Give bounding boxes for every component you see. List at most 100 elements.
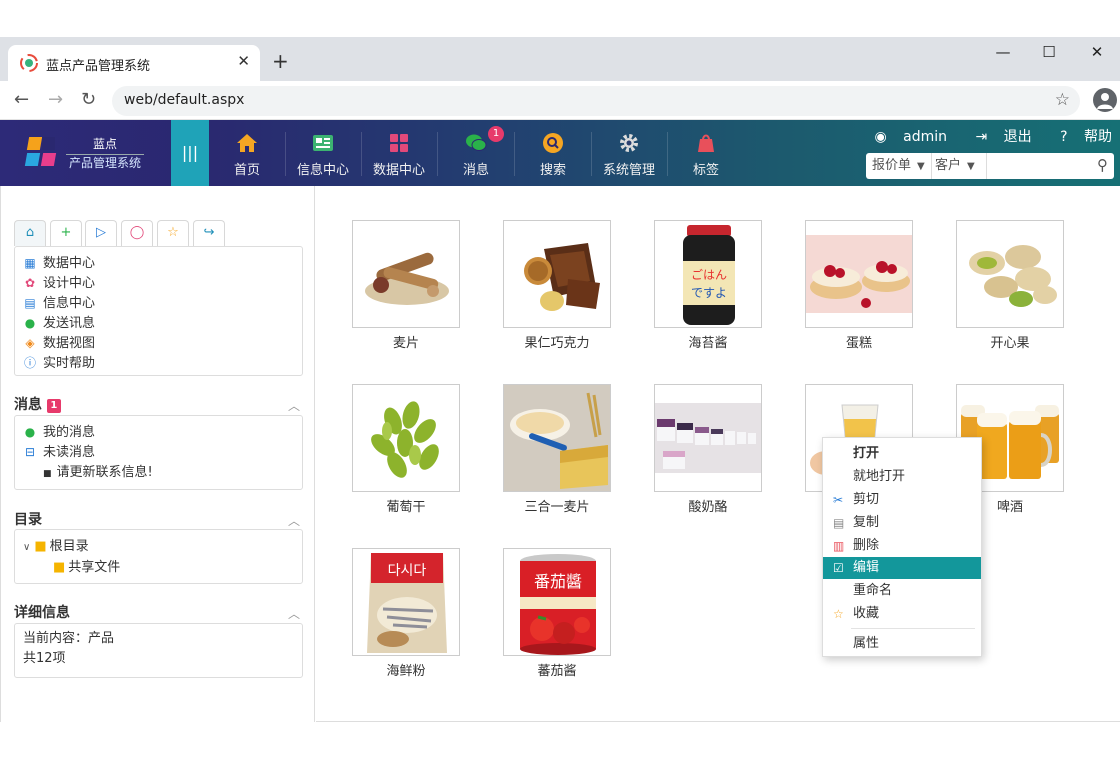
directory-panel: ∨ ■ 根目录 ■ 共享文件 <box>14 529 303 584</box>
scope-select[interactable]: 客户 ▼ <box>929 153 987 179</box>
search-icon <box>543 133 563 153</box>
browser-toolbar: ← → ↻ web/default.aspx ☆ <box>0 81 1120 120</box>
quick-menu-item[interactable]: ✿ 设计中心 <box>23 273 95 293</box>
sidebar: ⌂ + ▷ ◯ ☆ ↪ ▦ 数据中心 ✿ 设计中心 ▤ 信息中心 ● 发送讯息 ◈ 数据视… <box>0 186 315 722</box>
quick-menu-item[interactable]: ▤ 信息中心 <box>23 293 95 313</box>
product-grid: 麦片 果仁巧克力 ごはん ですよ 海苔酱 蛋糕 开心果 葡萄干 三合一麦片 酸奶… <box>316 186 1120 722</box>
header-search-input[interactable] <box>987 153 1087 179</box>
browser-tab[interactable]: 蓝点产品管理系统 ✕ <box>8 45 260 81</box>
new-tab-icon[interactable]: + <box>272 49 289 73</box>
forward-icon[interactable]: → <box>48 89 63 110</box>
search-icon[interactable]: ⚲ <box>1097 156 1108 174</box>
product-tile[interactable]: ごはん ですよ 海苔酱 <box>654 220 762 351</box>
scope-select-value: 客户 <box>935 158 962 173</box>
type-select[interactable]: 报价单 ▼ <box>866 153 932 179</box>
messages-section-title: 消息 1 <box>14 394 61 414</box>
product-tile[interactable]: 番茄醬 蕃茄酱 <box>503 548 611 679</box>
home-tab-icon[interactable]: ⌂ <box>14 220 46 246</box>
folder-icon: ■ <box>53 560 66 575</box>
logout-link[interactable]: ⇥ 退出 <box>963 129 1031 145</box>
nav-messages[interactable]: 消息 1 <box>438 120 514 186</box>
context-delete[interactable]: ▥ 删除 <box>823 535 981 557</box>
quick-menu-label: 设计中心 <box>43 276 96 291</box>
tree-node-label: 共享文件 <box>68 560 121 575</box>
chat-icon: ● <box>24 316 36 330</box>
back-icon[interactable]: ← <box>14 89 29 110</box>
nav-system-admin[interactable]: 系统管理 <box>591 120 667 186</box>
nav-search[interactable]: 搜索 <box>515 120 591 186</box>
product-name: 开心果 <box>990 336 1030 351</box>
quick-menu-label: 发送讯息 <box>43 316 96 331</box>
nav-tags[interactable]: 标签 <box>668 120 744 186</box>
tree-node-label: 根目录 <box>49 539 89 554</box>
product-image <box>956 220 1064 328</box>
nav-home[interactable]: 首页 <box>209 120 285 186</box>
context-copy[interactable]: ▤ 复制 <box>823 512 981 534</box>
user-icon: ◉ <box>874 129 887 145</box>
product-image <box>654 384 762 492</box>
context-open-inplace[interactable]: 就地打开 <box>823 466 981 488</box>
reload-icon[interactable]: ↻ <box>81 89 96 110</box>
minimize-icon[interactable]: — <box>988 43 1018 61</box>
my-messages-label: 我的消息 <box>43 425 96 440</box>
quick-menu-item[interactable]: ⓘ 实时帮助 <box>23 353 95 373</box>
search-tab-icon[interactable]: ◯ <box>121 220 153 246</box>
product-name: 麦片 <box>392 336 419 351</box>
product-tile[interactable]: 麦片 <box>352 220 460 351</box>
svg-text:番茄醬: 番茄醬 <box>534 572 582 591</box>
svg-text:ごはん: ごはん <box>691 267 727 282</box>
context-delete-label: 删除 <box>853 538 880 553</box>
my-messages-item[interactable]: ● 我的消息 <box>23 422 95 442</box>
product-tile[interactable]: 葡萄干 <box>352 384 460 515</box>
quick-menu-item[interactable]: ▦ 数据中心 <box>23 253 95 273</box>
help-icon: ? <box>1060 129 1068 145</box>
chat-icon <box>466 134 487 151</box>
message-badge: 1 <box>488 126 504 142</box>
bookmark-star-icon[interactable]: ☆ <box>1055 90 1070 110</box>
app-logo-icon <box>24 137 57 167</box>
context-open[interactable]: 打开 <box>823 443 981 465</box>
maximize-icon[interactable]: ☐ <box>1034 43 1064 61</box>
context-rename[interactable]: 重命名 <box>823 580 981 602</box>
star-tab-icon[interactable]: ☆ <box>157 220 189 246</box>
play-tab-icon[interactable]: ▷ <box>85 220 117 246</box>
context-cut[interactable]: ✂ 剪切 <box>823 489 981 511</box>
close-window-icon[interactable]: ✕ <box>1082 43 1112 61</box>
collapse-icon[interactable]: ︿ <box>288 605 300 622</box>
context-edit[interactable]: ☑ 编辑 <box>823 557 981 579</box>
nav-label: 标签 <box>692 163 719 178</box>
quick-menu-item[interactable]: ◈ 数据视图 <box>23 333 95 353</box>
profile-avatar-icon[interactable] <box>1093 88 1117 112</box>
product-name: 海鲜粉 <box>386 664 426 679</box>
share-tab-icon[interactable]: ↪ <box>193 220 225 246</box>
product-image <box>805 220 913 328</box>
scissors-icon: ✂ <box>833 493 844 507</box>
nav-data-center[interactable]: 数据中心 <box>361 120 437 186</box>
quick-menu-label: 数据视图 <box>43 336 96 351</box>
trash-icon: ▥ <box>833 539 845 553</box>
product-tile[interactable]: 开心果 <box>956 220 1064 351</box>
product-tile[interactable]: 蛋糕 <box>805 220 913 351</box>
news-icon <box>313 135 333 151</box>
product-tile[interactable]: 酸奶酪 <box>654 384 762 515</box>
tree-node-child[interactable]: ■ 共享文件 <box>53 558 120 578</box>
context-properties[interactable]: 属性 <box>823 633 981 655</box>
unread-messages-item[interactable]: ⊟ 未读消息 <box>23 442 95 462</box>
unread-message-entry[interactable]: ■ 请更新联系信息! <box>43 463 153 483</box>
menu-toggle-icon[interactable]: ||| <box>171 120 209 186</box>
help-link[interactable]: ? 帮助 <box>1048 129 1112 145</box>
nav-info-center[interactable]: 信息中心 <box>285 120 361 186</box>
tree-node-root[interactable]: ∨ ■ 根目录 <box>23 537 89 557</box>
quick-menu-item[interactable]: ● 发送讯息 <box>23 313 95 333</box>
add-tab-icon[interactable]: + <box>50 220 82 246</box>
home-icon <box>237 134 257 152</box>
product-tile[interactable]: 三合一麦片 <box>503 384 611 515</box>
collapse-icon[interactable]: ︿ <box>288 397 300 414</box>
user-link[interactable]: ◉ admin <box>862 129 947 145</box>
product-tile[interactable]: 다시다 海鲜粉 <box>352 548 460 679</box>
collapse-icon[interactable]: ︿ <box>288 512 300 529</box>
context-favorite[interactable]: ☆ 收藏 <box>823 603 981 625</box>
address-bar[interactable]: web/default.aspx ☆ <box>112 86 1080 116</box>
tab-close-icon[interactable]: ✕ <box>237 52 250 70</box>
product-tile[interactable]: 果仁巧克力 <box>503 220 611 351</box>
